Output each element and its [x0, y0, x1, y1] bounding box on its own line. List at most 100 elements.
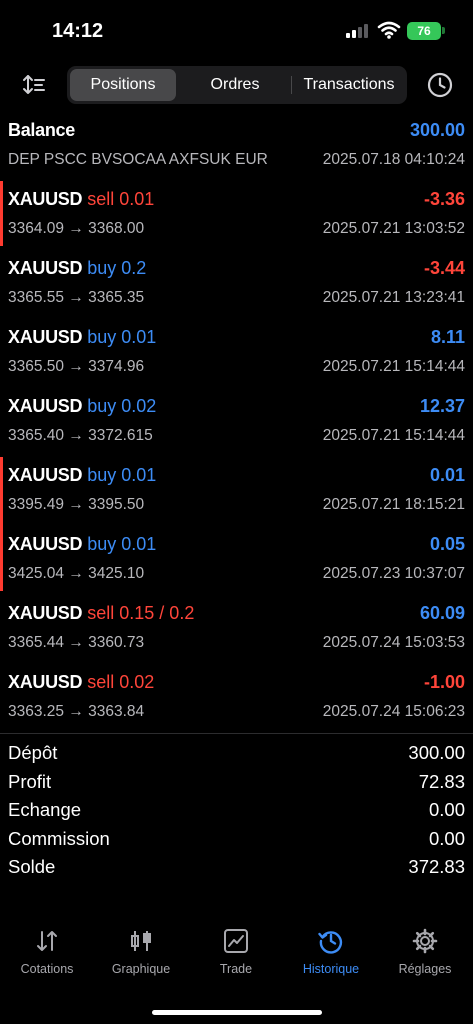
battery-tip — [442, 27, 445, 34]
tab-historique[interactable]: Historique — [284, 928, 378, 976]
summary-label: Commission — [8, 827, 110, 849]
status-time: 14:12 — [52, 20, 104, 42]
tab-label: Réglages — [398, 962, 452, 976]
tab-cotations[interactable]: Cotations — [0, 928, 94, 976]
toolbar: Positions Ordres Transactions — [0, 62, 473, 106]
trade-line: XAUUSD sell 0.02 — [8, 672, 154, 693]
price-range: 3365.44 → 3360.73 — [8, 634, 145, 651]
arrows-updown-icon — [37, 931, 57, 951]
trade-volume: 0.01 — [121, 534, 157, 554]
summary-label: Profit — [8, 770, 52, 792]
trade-side: sell — [87, 189, 115, 209]
trade-datetime: 2025.07.21 18:15:21 — [322, 496, 465, 513]
trade-datetime: 2025.07.21 13:23:41 — [322, 289, 465, 306]
balance-description: DEP PSCC BVSOCAA AXFSUK EUR — [8, 151, 268, 168]
trade-side: buy — [87, 534, 117, 554]
trade-volume: 0.02 — [119, 672, 155, 692]
trade-line: XAUUSD buy 0.01 — [8, 465, 156, 486]
summary-label: Echange — [8, 799, 82, 820]
status-bar: 14:12 76 — [0, 0, 473, 60]
trade-line: XAUUSD buy 0.01 — [8, 327, 156, 348]
wifi-icon — [377, 21, 401, 39]
trade-volume: 0.01 — [121, 465, 157, 485]
trade-side: buy — [87, 465, 117, 485]
profit-value: 8.11 — [430, 327, 465, 347]
price-range: 3365.40 → 3372.615 — [8, 427, 153, 444]
trade-volume: 0.15 / 0.2 — [119, 603, 195, 623]
symbol: XAUUSD — [8, 672, 83, 692]
trend-chart-icon — [224, 929, 248, 953]
tab-ordres[interactable]: Ordres — [181, 69, 289, 101]
summary-value: 0.00 — [428, 799, 465, 820]
trade-line: XAUUSD sell 0.15 / 0.2 — [8, 603, 194, 624]
symbol: XAUUSD — [8, 534, 83, 554]
trade-datetime: 2025.07.24 15:06:23 — [322, 703, 465, 720]
price-range: 3395.49 → 3395.50 — [8, 496, 145, 513]
position-row[interactable]: XAUUSD buy 0.01 3365.50 → 3374.96 8.11 2025… — [0, 317, 473, 386]
trade-side: sell — [87, 672, 115, 692]
position-row[interactable]: XAUUSD sell 0.01 3364.09 → 3368.00 -3.36 20… — [0, 179, 473, 248]
trade-datetime: 2025.07.21 15:14:44 — [322, 358, 465, 375]
tab-positions[interactable]: Positions — [70, 69, 176, 101]
trade-datetime: 2025.07.24 15:03:53 — [322, 634, 465, 651]
trade-side: buy — [87, 258, 117, 278]
summary: Dépôt 300.00 Profit 72.83 Echange 0.00 Commiss… — [0, 739, 473, 882]
position-row[interactable]: XAUUSD buy 0.2 3365.55 → 3365.35 -3.44 2025… — [0, 248, 473, 317]
profit-value: -1.00 — [423, 672, 465, 692]
profit-value: 0.05 — [429, 534, 465, 554]
trade-datetime: 2025.07.21 15:14:44 — [322, 427, 465, 444]
battery-icon: 76 — [407, 22, 441, 40]
symbol: XAUUSD — [8, 189, 83, 209]
gear-icon — [412, 928, 438, 954]
trade-side: buy — [87, 396, 117, 416]
profit-value: -3.36 — [423, 189, 465, 209]
price-range: 3365.55 → 3365.35 — [8, 289, 145, 306]
position-marker — [0, 181, 3, 246]
tab-transactions[interactable]: Transactions — [293, 69, 405, 101]
trade-volume: 0.01 — [119, 189, 155, 209]
balance-row[interactable]: Balance DEP PSCC BVSOCAA AXFSUK EUR 300.… — [0, 110, 473, 179]
segmented-control: Positions Ordres Transactions — [67, 66, 407, 104]
sort-icon[interactable] — [20, 71, 48, 99]
summary-label: Dépôt — [8, 742, 58, 763]
summary-row: Commission 0.00 — [0, 825, 473, 854]
clock-icon[interactable] — [426, 71, 454, 99]
tab-reglages[interactable]: Réglages — [378, 928, 472, 976]
tab-graphique[interactable]: Graphique — [94, 928, 188, 976]
position-row[interactable]: XAUUSD sell 0.15 / 0.2 3365.44 → 3360.73 6… — [0, 593, 473, 662]
trade-side: buy — [87, 327, 117, 347]
symbol: XAUUSD — [8, 603, 83, 623]
symbol: XAUUSD — [8, 465, 83, 485]
position-row[interactable]: XAUUSD buy 0.01 3395.49 → 3395.50 0.01 2025… — [0, 455, 473, 524]
balance-title: Balance — [8, 120, 75, 140]
trade-line: XAUUSD buy 0.02 — [8, 396, 156, 417]
symbol: XAUUSD — [8, 327, 83, 347]
trade-side: sell — [87, 603, 115, 623]
position-row[interactable]: XAUUSD sell 0.02 3363.25 → 3363.84 -1.00 20… — [0, 662, 473, 731]
trade-volume: 0.01 — [121, 327, 157, 347]
position-row[interactable]: XAUUSD buy 0.01 3425.04 → 3425.10 0.05 2025… — [0, 524, 473, 593]
position-marker — [0, 457, 3, 591]
divider — [0, 733, 473, 734]
candlestick-icon — [131, 931, 151, 951]
trade-line: XAUUSD buy 0.01 — [8, 534, 156, 555]
summary-row: Solde 372.83 — [0, 853, 473, 882]
summary-value: 72.83 — [418, 770, 465, 792]
tab-label: Trade — [219, 962, 253, 976]
price-range: 3363.25 → 3363.84 — [8, 703, 145, 720]
balance-amount: 300.00 — [409, 120, 465, 140]
tab-trade[interactable]: Trade — [189, 928, 283, 976]
profit-value: 0.01 — [429, 465, 465, 485]
cellular-signal-icon — [346, 24, 370, 38]
balance-datetime: 2025.07.18 04:10:24 — [322, 151, 465, 168]
symbol: XAUUSD — [8, 396, 83, 416]
tab-bar: Cotations Graphique Trade Historique Rég… — [0, 920, 473, 1024]
symbol: XAUUSD — [8, 258, 83, 278]
profit-value: 60.09 — [419, 603, 465, 623]
trade-datetime: 2025.07.21 13:03:52 — [322, 220, 465, 237]
tab-label: Graphique — [111, 962, 171, 976]
position-row[interactable]: XAUUSD buy 0.02 3365.40 → 3372.615 12.37 20… — [0, 386, 473, 455]
price-range: 3425.04 → 3425.10 — [8, 565, 145, 582]
trade-line: XAUUSD sell 0.01 — [8, 189, 154, 210]
trade-line: XAUUSD buy 0.2 — [8, 258, 146, 279]
